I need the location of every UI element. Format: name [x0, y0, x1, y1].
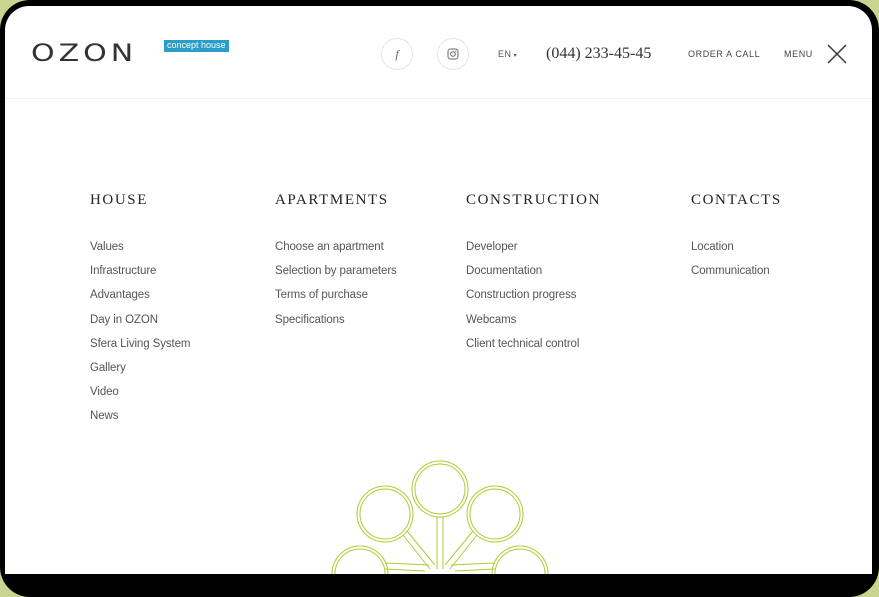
menu-link[interactable]: Documentation: [466, 259, 601, 283]
menu-link[interactable]: Infrastructure: [90, 259, 190, 283]
phone-number[interactable]: (044) 233-45-45: [546, 45, 651, 63]
menu-link[interactable]: Terms of purchase: [275, 283, 397, 307]
menu-link[interactable]: Developer: [466, 235, 601, 259]
menu-label[interactable]: MENU: [784, 49, 813, 59]
column-title: CONSTRUCTION: [466, 192, 602, 208]
screen: OZON concept house f EN ▾ (044) 233-45-4…: [5, 6, 872, 574]
menu-link[interactable]: Choose an apartment: [275, 235, 397, 259]
instagram-button[interactable]: [437, 38, 469, 70]
header: OZON concept house f EN ▾ (044) 233-45-4…: [5, 6, 872, 99]
column-title: CONTACTS: [691, 192, 782, 208]
facebook-button[interactable]: f: [381, 38, 413, 70]
order-call-button[interactable]: ORDER A CALL: [688, 49, 760, 59]
menu-link[interactable]: Selection by parameters: [275, 259, 397, 283]
menu-link[interactable]: Specifications: [275, 308, 397, 332]
column-title: HOUSE: [90, 192, 149, 208]
menu-link[interactable]: Communication: [691, 259, 782, 283]
chevron-down-icon: ▾: [511, 53, 518, 59]
menu-link[interactable]: Client technical control: [466, 332, 601, 356]
device-frame: OZON concept house f EN ▾ (044) 233-45-4…: [0, 0, 879, 597]
concept-house-badge: concept house: [164, 40, 229, 52]
menu-link[interactable]: Day in OZON: [90, 308, 190, 332]
language-selector[interactable]: EN ▾: [498, 49, 517, 59]
menu-column-house: HOUSE Values Infrastructure Advantages D…: [90, 192, 190, 429]
menu-column-contacts: CONTACTS Location Communication: [691, 192, 782, 283]
logo[interactable]: OZON: [31, 36, 137, 66]
language-label: EN: [498, 49, 512, 59]
menu-link[interactable]: News: [90, 404, 190, 428]
menu-link[interactable]: Sfera Living System: [90, 332, 190, 356]
menu-link[interactable]: Location: [691, 235, 782, 259]
menu-link[interactable]: Values: [90, 235, 190, 259]
flower-emblem-icon: [331, 460, 549, 574]
instagram-icon: [447, 48, 459, 60]
menu-column-construction: CONSTRUCTION Developer Documentation Con…: [466, 192, 601, 356]
column-title: APARTMENTS: [275, 192, 389, 208]
menu-link[interactable]: Construction progress: [466, 283, 601, 307]
menu-link[interactable]: Video: [90, 380, 190, 404]
facebook-icon: f: [395, 46, 399, 61]
menu-link[interactable]: Advantages: [90, 283, 190, 307]
menu-column-apartments: APARTMENTS Choose an apartment Selection…: [275, 192, 397, 332]
menu-link[interactable]: Webcams: [466, 308, 601, 332]
close-icon[interactable]: [826, 44, 848, 64]
menu-link[interactable]: Gallery: [90, 356, 190, 380]
logo-text: OZON: [31, 39, 138, 68]
